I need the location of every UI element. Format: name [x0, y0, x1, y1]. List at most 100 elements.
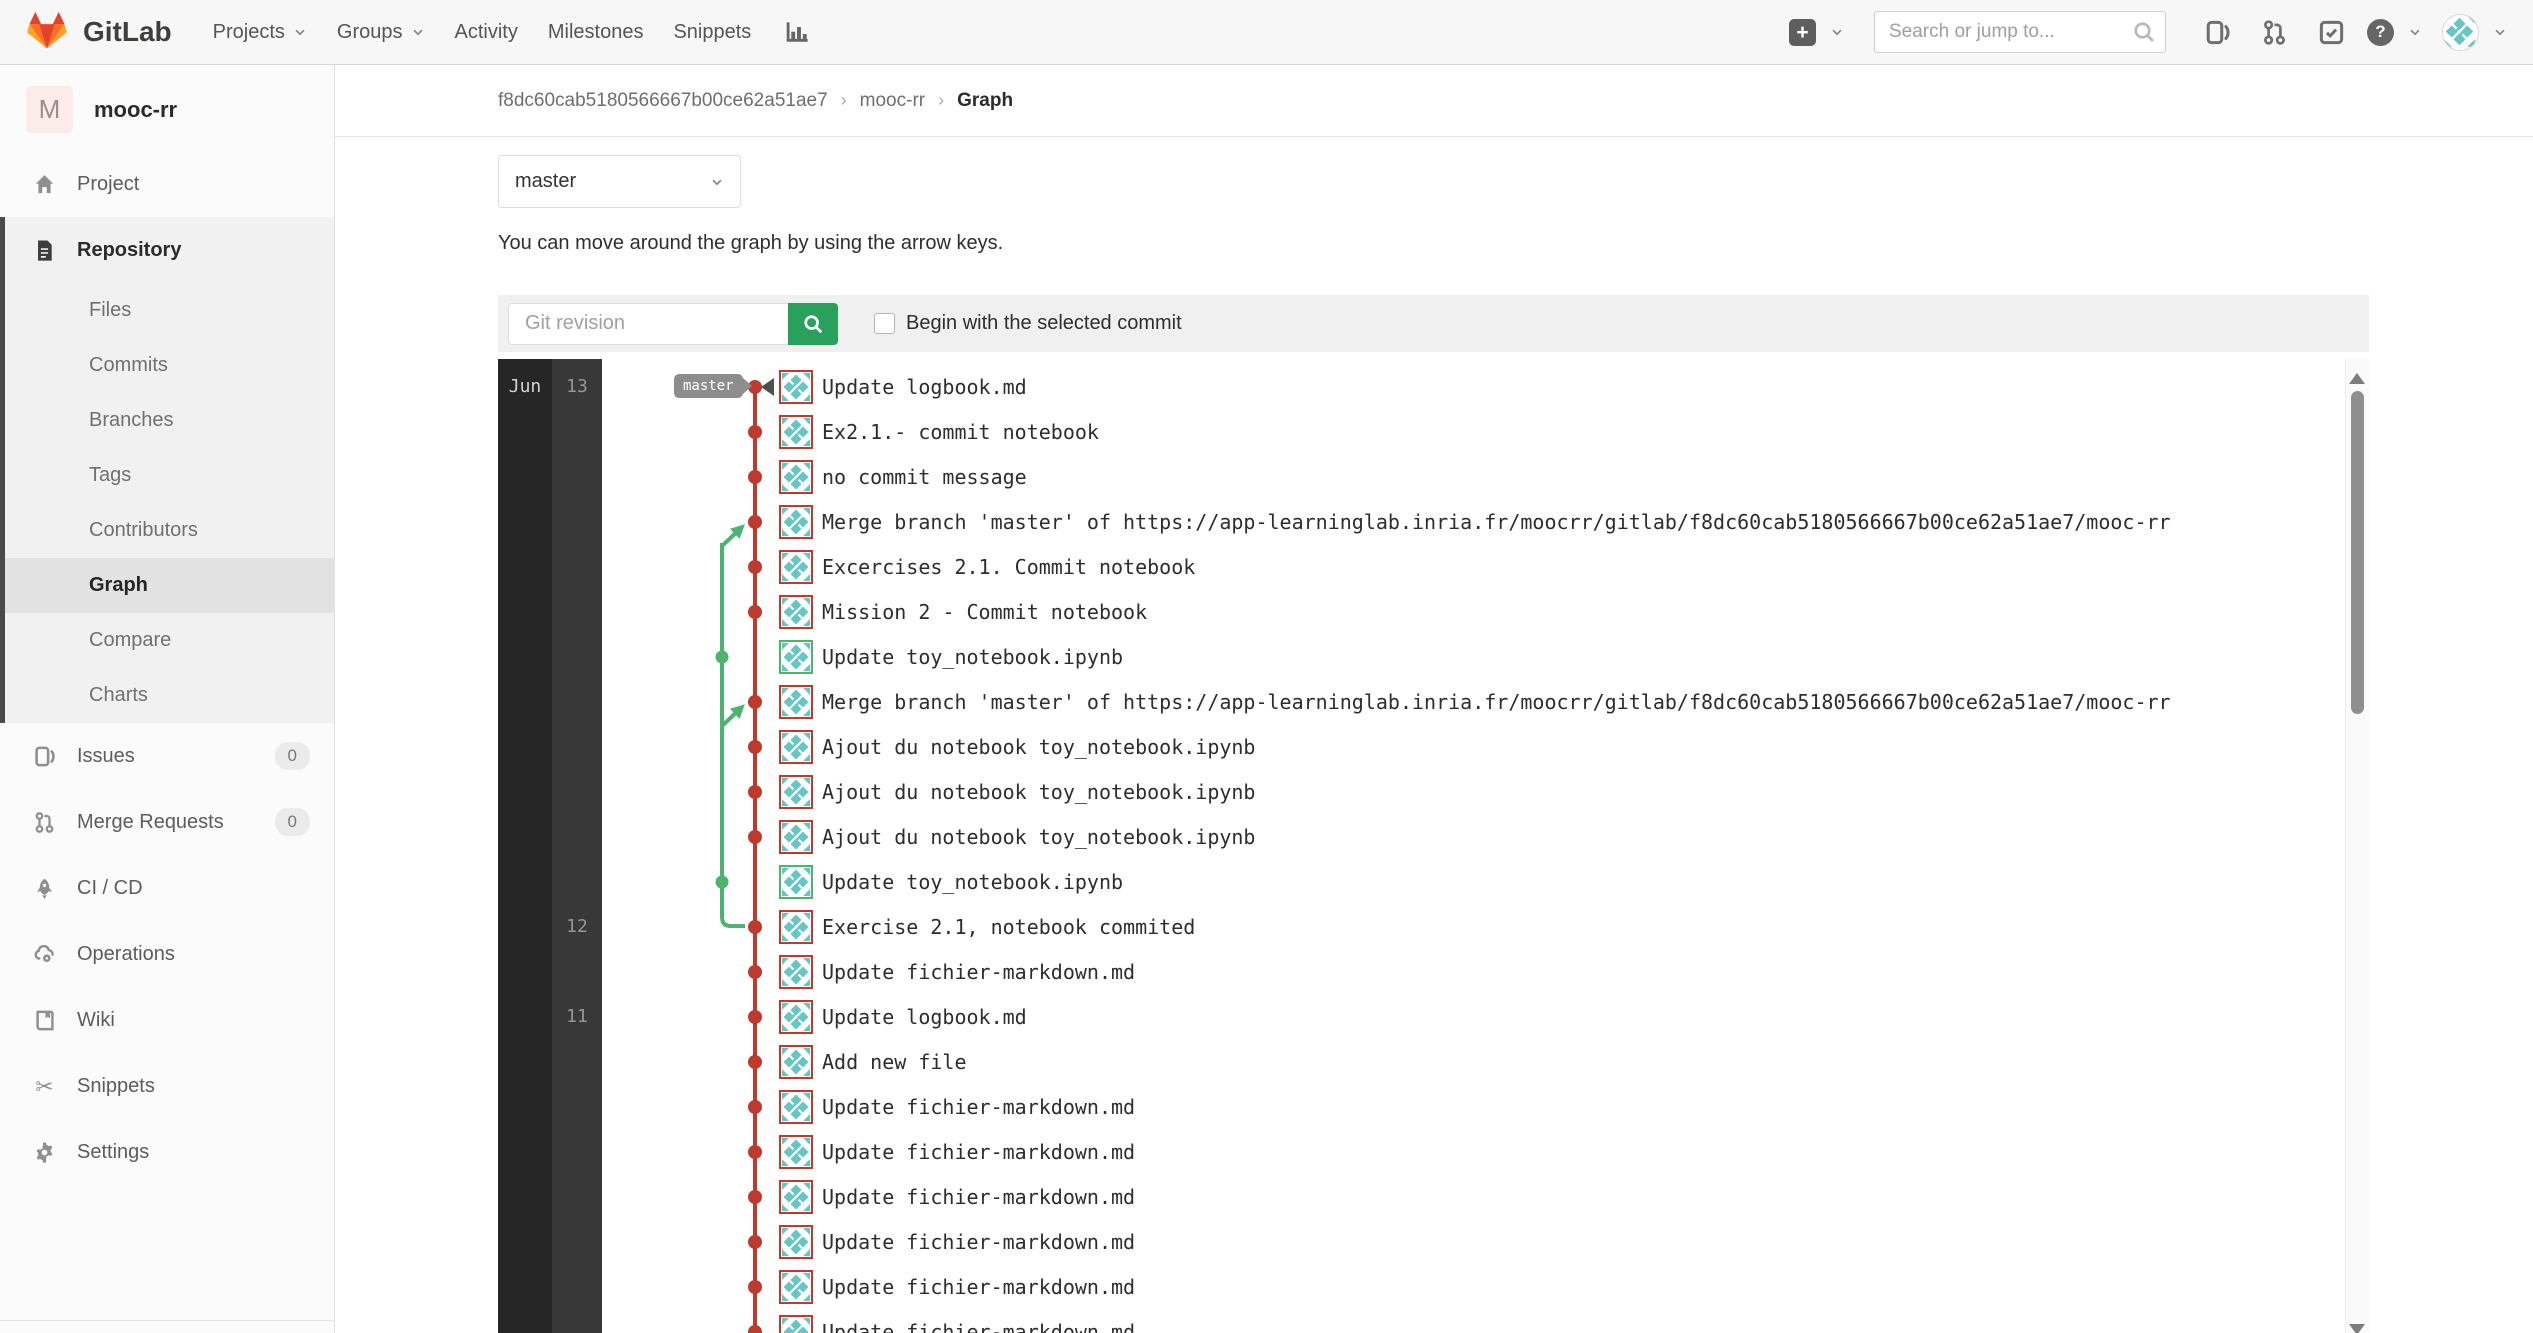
commit-row[interactable]: Ajout du notebook toy_notebook.ipynb [498, 725, 2369, 770]
commit-message[interactable]: Update fichier-markdown.md [822, 1140, 1135, 1164]
commit-author-avatar[interactable] [779, 505, 813, 539]
sidebar-item-branches[interactable]: Branches [5, 393, 334, 448]
commit-row[interactable]: Merge branch 'master' of https://app-lea… [498, 500, 2369, 545]
commit-message[interactable]: Ajout du notebook toy_notebook.ipynb [822, 735, 1255, 759]
commit-author-avatar[interactable] [779, 1135, 813, 1169]
commit-row[interactable]: Mission 2 - Commit notebook [498, 590, 2369, 635]
commit-message[interactable]: no commit message [822, 465, 1027, 489]
commit-message[interactable]: Ex2.1.- commit notebook [822, 420, 1099, 444]
commit-author-avatar[interactable] [779, 955, 813, 989]
commit-author-avatar[interactable] [779, 865, 813, 899]
sidebar-item-graph[interactable]: Graph [5, 558, 334, 613]
navbar-link-milestones[interactable]: Milestones [533, 13, 659, 52]
commit-message[interactable]: Update fichier-markdown.md [822, 1275, 1135, 1299]
issues-icon[interactable] [2196, 19, 2239, 46]
commit-row[interactable]: Exercise 2.1, notebook commited [498, 905, 2369, 950]
commit-author-avatar[interactable] [779, 640, 813, 674]
commit-row[interactable]: Update fichier-markdown.md [498, 1130, 2369, 1175]
todos-icon[interactable] [2310, 19, 2353, 46]
commit-message[interactable]: Update fichier-markdown.md [822, 1320, 1135, 1333]
commit-message[interactable]: Update fichier-markdown.md [822, 1185, 1135, 1209]
commit-row[interactable]: Update logbook.md [498, 365, 2369, 410]
commit-author-avatar[interactable] [779, 415, 813, 449]
sidebar-item-charts[interactable]: Charts [5, 668, 334, 723]
revision-search-button[interactable] [788, 303, 838, 345]
new-menu-button[interactable]: + [1789, 19, 1816, 46]
commit-author-avatar[interactable] [779, 685, 813, 719]
commit-message[interactable]: Update toy_notebook.ipynb [822, 645, 1123, 669]
commit-row[interactable]: Add new file [498, 1040, 2369, 1085]
commit-author-avatar[interactable] [779, 1315, 813, 1333]
commit-row[interactable]: Update fichier-markdown.md [498, 1175, 2369, 1220]
sidebar-item-files[interactable]: Files [5, 283, 334, 338]
commit-author-avatar[interactable] [779, 1000, 813, 1034]
sidebar-item-settings[interactable]: Settings [0, 1119, 334, 1185]
commit-message[interactable]: Mission 2 - Commit notebook [822, 600, 1147, 624]
commit-message[interactable]: Update fichier-markdown.md [822, 960, 1135, 984]
sidebar-item-ci-cd[interactable]: CI / CD [0, 855, 334, 921]
commit-message[interactable]: Ajout du notebook toy_notebook.ipynb [822, 825, 1255, 849]
breadcrumb-item[interactable]: f8dc60cab5180566667b00ce62a51ae7 [498, 90, 828, 112]
commit-message[interactable]: Ajout du notebook toy_notebook.ipynb [822, 780, 1255, 804]
commit-row[interactable]: Ajout du notebook toy_notebook.ipynb [498, 770, 2369, 815]
commit-author-avatar[interactable] [779, 550, 813, 584]
project-header[interactable]: M mooc-rr [0, 65, 334, 151]
sidebar-item-contributors[interactable]: Contributors [5, 503, 334, 558]
commit-row[interactable]: Update logbook.md [498, 995, 2369, 1040]
scrollbar-thumb[interactable] [2351, 391, 2364, 714]
branch-dropdown[interactable]: master [498, 155, 741, 208]
commit-row[interactable]: no commit message [498, 455, 2369, 500]
commit-row[interactable]: Merge branch 'master' of https://app-lea… [498, 680, 2369, 725]
commit-author-avatar[interactable] [779, 1270, 813, 1304]
commit-row[interactable]: Excercises 2.1. Commit notebook [498, 545, 2369, 590]
commit-row[interactable]: Update fichier-markdown.md [498, 1310, 2369, 1333]
commit-row[interactable]: Update fichier-markdown.md [498, 1265, 2369, 1310]
commit-message[interactable]: Update fichier-markdown.md [822, 1095, 1135, 1119]
commit-message[interactable]: Update toy_notebook.ipynb [822, 870, 1123, 894]
commit-message[interactable]: Exercise 2.1, notebook commited [822, 915, 1195, 939]
chevron-down-icon[interactable] [2408, 25, 2422, 39]
user-avatar[interactable] [2442, 14, 2479, 51]
scroll-up-arrow[interactable] [2349, 373, 2365, 384]
sidebar-item-collapse[interactable]: « Collapse sidebar [0, 1320, 334, 1333]
sidebar-item-operations[interactable]: Operations [0, 921, 334, 987]
scroll-down-arrow[interactable] [2349, 1324, 2365, 1333]
begin-with-selected-checkbox[interactable] [874, 313, 895, 334]
merge-requests-icon[interactable] [2253, 19, 2296, 46]
sidebar-item-commits[interactable]: Commits [5, 338, 334, 393]
commit-row[interactable]: Update toy_notebook.ipynb [498, 635, 2369, 680]
commit-author-avatar[interactable] [779, 910, 813, 944]
breadcrumb-item[interactable]: mooc-rr [860, 90, 925, 112]
chevron-down-icon[interactable] [2493, 25, 2507, 39]
analytics-charts-link[interactable] [770, 12, 825, 53]
commit-message[interactable]: Merge branch 'master' of https://app-lea… [822, 690, 2171, 714]
commit-row[interactable]: Update toy_notebook.ipynb [498, 860, 2369, 905]
help-icon[interactable]: ? [2367, 19, 2394, 46]
navbar-link-projects[interactable]: Projects [198, 13, 322, 52]
search-input[interactable] [1874, 11, 2166, 53]
git-revision-input[interactable] [508, 303, 788, 345]
commit-author-avatar[interactable] [779, 730, 813, 764]
commit-author-avatar[interactable] [779, 1090, 813, 1124]
commit-author-avatar[interactable] [779, 1045, 813, 1079]
chevron-down-icon[interactable] [1830, 25, 1844, 39]
commit-author-avatar[interactable] [779, 370, 813, 404]
commit-row[interactable]: Ex2.1.- commit notebook [498, 410, 2369, 455]
sidebar-item-wiki[interactable]: Wiki [0, 987, 334, 1053]
commit-row[interactable]: Update fichier-markdown.md [498, 1085, 2369, 1130]
sidebar-item-snippets[interactable]: ✂Snippets [0, 1053, 334, 1119]
sidebar-item-tags[interactable]: Tags [5, 448, 334, 503]
commit-message[interactable]: Update logbook.md [822, 375, 1027, 399]
commit-author-avatar[interactable] [779, 1225, 813, 1259]
commit-author-avatar[interactable] [779, 820, 813, 854]
navbar-link-snippets[interactable]: Snippets [658, 13, 766, 52]
sidebar-item-merge-requests[interactable]: Merge Requests0 [0, 789, 334, 855]
gitlab-brand[interactable]: GitLab [26, 10, 172, 55]
commit-message[interactable]: Update fichier-markdown.md [822, 1230, 1135, 1254]
commit-message[interactable]: Add new file [822, 1050, 967, 1074]
commit-message[interactable]: Merge branch 'master' of https://app-lea… [822, 510, 2171, 534]
sidebar-item-repository[interactable]: Repository [5, 217, 334, 283]
navbar-link-activity[interactable]: Activity [440, 13, 533, 52]
sidebar-item-project[interactable]: Project [0, 151, 334, 217]
commit-message[interactable]: Excercises 2.1. Commit notebook [822, 555, 1195, 579]
